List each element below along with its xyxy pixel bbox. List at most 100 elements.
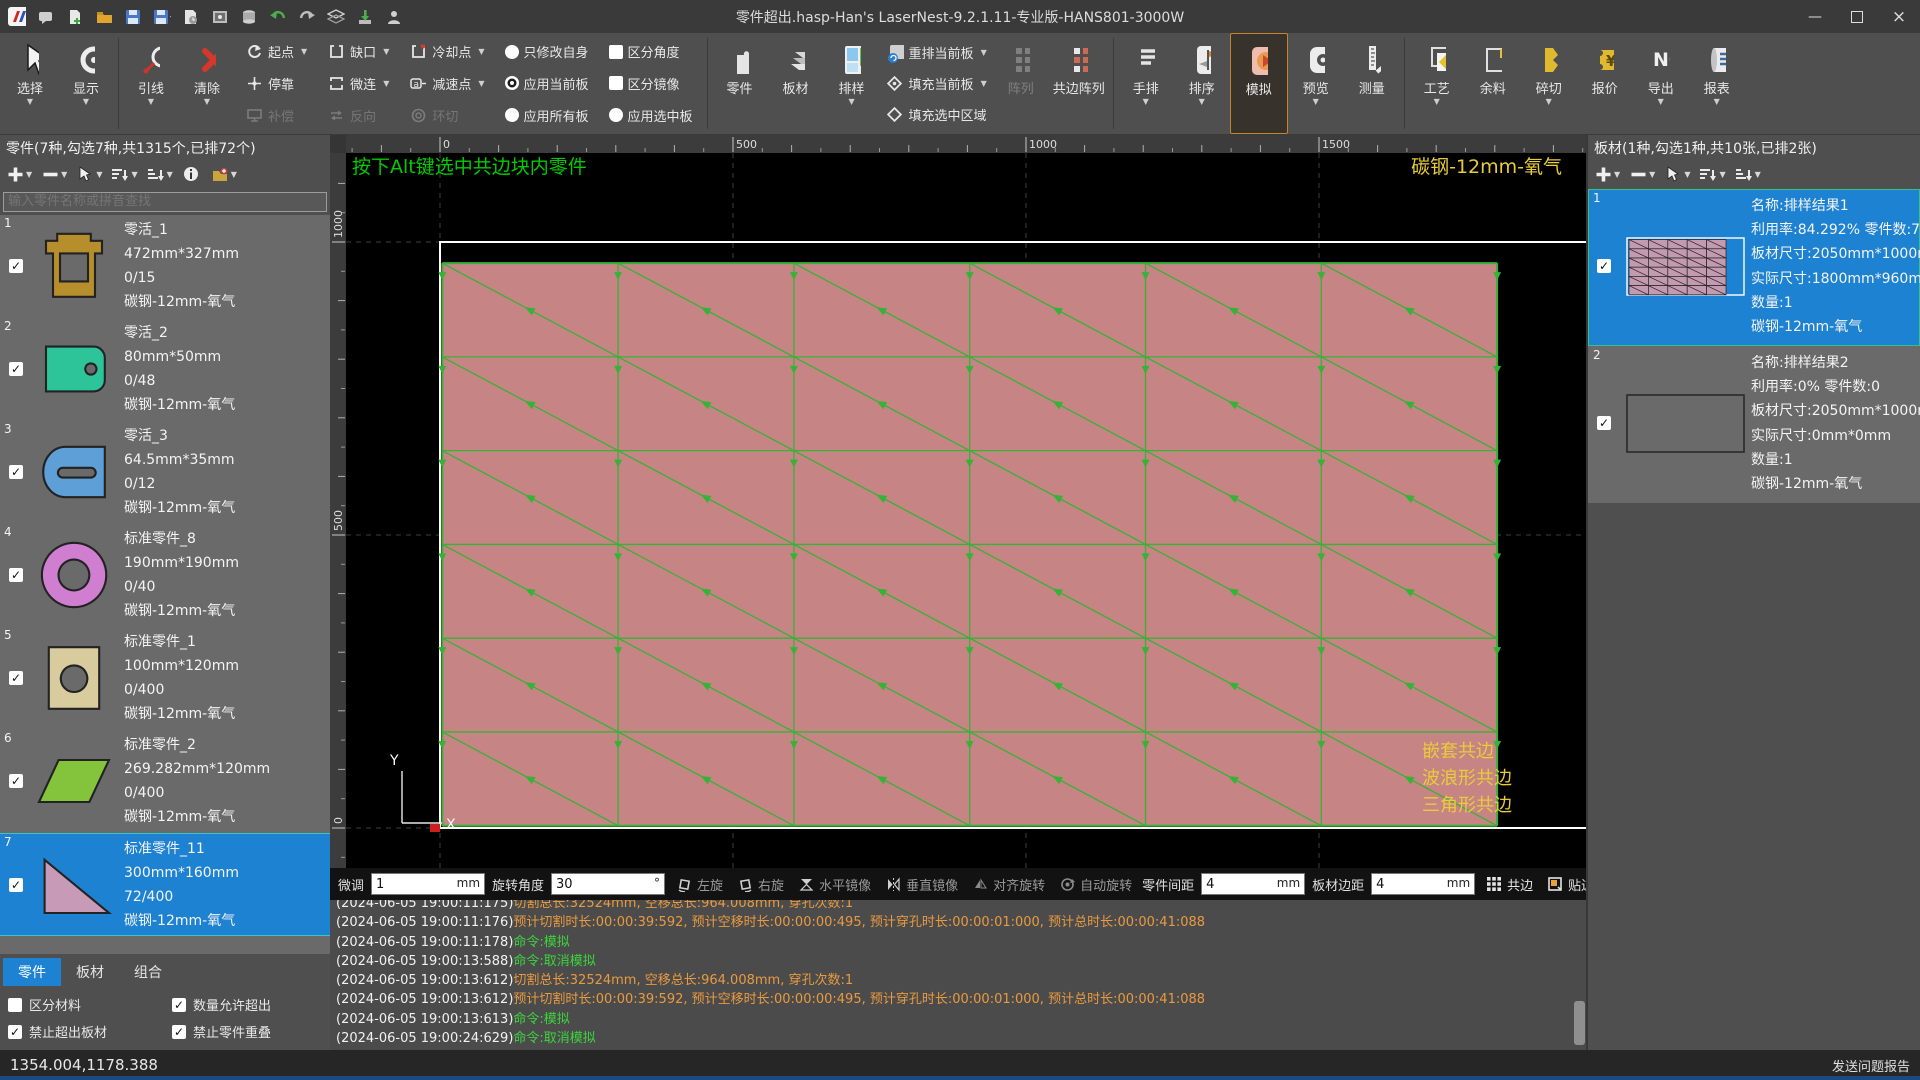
part-checkbox[interactable]: ✓ xyxy=(9,568,23,582)
ribbon-item-微连[interactable]: 微连▼ xyxy=(327,74,389,93)
plate-checkbox[interactable]: ✓ xyxy=(1597,416,1611,430)
ribbon-button-零件[interactable]: 零件 xyxy=(712,33,768,134)
checkbox-区分镜像[interactable] xyxy=(609,76,623,90)
parts-tool-remove[interactable]: ▼ xyxy=(41,165,67,183)
minimize-button[interactable]: — xyxy=(1794,0,1836,33)
parts-tool-info[interactable] xyxy=(182,165,202,183)
maximize-button[interactable] xyxy=(1836,0,1878,33)
option-区分材料[interactable]: 区分材料 xyxy=(8,995,172,1014)
log-scrollbar-thumb[interactable] xyxy=(1574,1001,1585,1045)
layers-icon[interactable] xyxy=(327,8,345,26)
plate-list-item[interactable]: 1 ✓ 名称:排样结果1利用率:84.292% 零件数:72板材尺寸:2050m… xyxy=(1588,189,1920,346)
plate-checkbox[interactable]: ✓ xyxy=(1597,259,1611,273)
ribbon-item-重排当前板[interactable]: 重排当前板▼ xyxy=(886,43,987,62)
ribbon-button-显示[interactable]: 显示▼ xyxy=(58,33,114,134)
ribbon-button-选择[interactable]: 选择▼ xyxy=(2,33,58,134)
plates-tool-sort-asc[interactable]: ▼ xyxy=(1699,165,1725,183)
part-checkbox[interactable]: ✓ xyxy=(9,259,23,273)
ribbon-button-共边阵列[interactable]: 共边阵列 xyxy=(1049,33,1109,134)
ribbon-button-工艺[interactable]: 工艺▼ xyxy=(1409,33,1465,134)
ribbon-button-预览[interactable]: 预览▼ xyxy=(1288,33,1344,134)
part-list-item[interactable]: 6 ✓ 标准零件_2 269.282mm*120mm 0/400 碳钢-12mm… xyxy=(0,730,330,833)
import-icon[interactable] xyxy=(356,8,374,26)
ribbon-item-区分角度[interactable]: 区分角度 xyxy=(609,42,693,61)
part-list-item[interactable]: 3 ✓ 零活_3 64.5mm*35mm 0/12 碳钢-12mm-氧气 xyxy=(0,421,330,524)
ribbon-item-应用所有板[interactable]: 应用所有板 xyxy=(505,106,589,125)
ribbon-item-冷却点[interactable]: 冷却点▼ xyxy=(409,42,484,61)
checkbox-icon[interactable]: ✓ xyxy=(172,1025,186,1039)
tab-零件[interactable]: 零件 xyxy=(3,958,61,986)
ribbon-item-区分镜像[interactable]: 区分镜像 xyxy=(609,74,693,93)
ribbon-button-报价[interactable]: ¥报价 xyxy=(1577,33,1633,134)
ribbon-button-清除[interactable]: 清除▼ xyxy=(179,33,235,134)
template-icon[interactable] xyxy=(182,8,200,26)
nesting-canvas[interactable]: 05001000150010005000按下Alt键选中共边块内零件碳钢-12m… xyxy=(330,135,1586,868)
hans-logo-icon[interactable] xyxy=(8,8,26,26)
ribbon-item-应用选中板[interactable]: 应用选中板 xyxy=(609,106,693,125)
part-checkbox[interactable]: ✓ xyxy=(9,774,23,788)
option-禁止零件重叠[interactable]: ✓禁止零件重叠 xyxy=(172,1022,322,1041)
redo-icon[interactable] xyxy=(298,8,316,26)
part-list-item[interactable]: 2 ✓ 零活_2 80mm*50mm 0/48 碳钢-12mm-氧气 xyxy=(0,318,330,421)
new-file-icon[interactable] xyxy=(66,8,84,26)
save-icon[interactable] xyxy=(124,8,142,26)
plate-list-item[interactable]: 2 ✓ 名称:排样结果2利用率:0% 零件数:0板材尺寸:2050mm*1000… xyxy=(1588,346,1920,503)
part-checkbox[interactable]: ✓ xyxy=(9,671,23,685)
ribbon-item-填充当前板[interactable]: 填充当前板▼ xyxy=(886,74,987,93)
send-problem-report-link[interactable]: 发送问题报告 xyxy=(1832,1056,1910,1075)
parts-search-input[interactable] xyxy=(3,192,327,212)
open-folder-icon[interactable] xyxy=(95,8,113,26)
part-list-item[interactable]: 5 ✓ 标准零件_1 100mm*120mm 0/400 碳钢-12mm-氧气 xyxy=(0,627,330,730)
radio-应用当前板[interactable] xyxy=(505,76,519,90)
checkbox-区分角度[interactable] xyxy=(609,45,623,59)
parts-tool-sort-desc[interactable]: ▼ xyxy=(147,165,173,183)
ribbon-button-报表[interactable]: 报表▼ xyxy=(1689,33,1745,134)
radio-只修改自身[interactable] xyxy=(505,45,519,59)
database-icon[interactable] xyxy=(240,8,258,26)
comment-icon[interactable] xyxy=(37,8,55,26)
ribbon-button-板材[interactable]: 板材 xyxy=(768,33,824,134)
capture-icon[interactable] xyxy=(211,8,229,26)
parts-tool-select-cursor[interactable]: ▼ xyxy=(76,165,102,183)
rotate-angle-input[interactable] xyxy=(551,873,665,895)
ctrl-button-共边[interactable]: 共边 xyxy=(1485,875,1533,894)
plates-tool-select-cursor[interactable]: ▼ xyxy=(1664,165,1690,183)
ribbon-button-导出[interactable]: NC导出▼ xyxy=(1633,33,1689,134)
ribbon-button-碎切[interactable]: 碎切▼ xyxy=(1521,33,1577,134)
ribbon-button-排样[interactable]: 排样▼ xyxy=(824,33,880,134)
ribbon-button-测量[interactable]: 测量 xyxy=(1344,33,1400,134)
ribbon-item-起点[interactable]: 起点▼ xyxy=(245,42,307,61)
ribbon-item-停靠[interactable]: 停靠 xyxy=(245,74,307,93)
parts-tool-add[interactable]: ▼ xyxy=(6,165,32,183)
ribbon-item-减速点[interactable]: a减速点▼ xyxy=(409,74,484,93)
part-list-item[interactable]: 7 ✓ 标准零件_11 300mm*160mm 72/400 碳钢-12mm-氧… xyxy=(0,833,330,936)
save-as-icon[interactable] xyxy=(153,8,171,26)
tab-板材[interactable]: 板材 xyxy=(61,958,119,986)
ribbon-button-排序[interactable]: 排序▼ xyxy=(1174,33,1230,134)
undo-icon[interactable] xyxy=(269,8,287,26)
part-checkbox[interactable]: ✓ xyxy=(9,878,23,892)
ribbon-button-手排[interactable]: 手排▼ xyxy=(1118,33,1174,134)
parts-tool-part-add[interactable]: ▼ xyxy=(211,165,237,183)
part-checkbox[interactable]: ✓ xyxy=(9,362,23,376)
radio-应用所有板[interactable] xyxy=(505,108,519,122)
checkbox-icon[interactable]: ✓ xyxy=(8,1025,22,1039)
checkbox-icon[interactable]: ✓ xyxy=(172,998,186,1012)
nested-parts-block[interactable] xyxy=(438,263,1501,826)
plates-tool-sort-desc[interactable]: ▼ xyxy=(1735,165,1761,183)
ribbon-button-余料[interactable]: 余料 xyxy=(1465,33,1521,134)
option-禁止超出板材[interactable]: ✓禁止超出板材 xyxy=(8,1022,172,1041)
ribbon-item-只修改自身[interactable]: 只修改自身 xyxy=(505,42,589,61)
ribbon-item-应用当前板[interactable]: 应用当前板 xyxy=(505,74,589,93)
ribbon-item-缺口[interactable]: 缺口▼ xyxy=(327,42,389,61)
plates-tool-remove[interactable]: ▼ xyxy=(1629,165,1655,183)
parts-tool-sort-asc[interactable]: ▼ xyxy=(111,165,137,183)
close-button[interactable]: × xyxy=(1878,0,1920,33)
radio-应用选中板[interactable] xyxy=(609,108,623,122)
user-icon[interactable] xyxy=(385,8,403,26)
tab-组合[interactable]: 组合 xyxy=(119,958,177,986)
part-list-item[interactable]: 4 ✓ 标准零件_8 190mm*190mm 0/40 碳钢-12mm-氧气 xyxy=(0,524,330,627)
plates-tool-add[interactable]: ▼ xyxy=(1594,165,1620,183)
ribbon-button-引线[interactable]: 引线▼ xyxy=(123,33,179,134)
part-list-item[interactable]: 1 ✓ 零活_1 472mm*327mm 0/15 碳钢-12mm-氧气 xyxy=(0,215,330,318)
